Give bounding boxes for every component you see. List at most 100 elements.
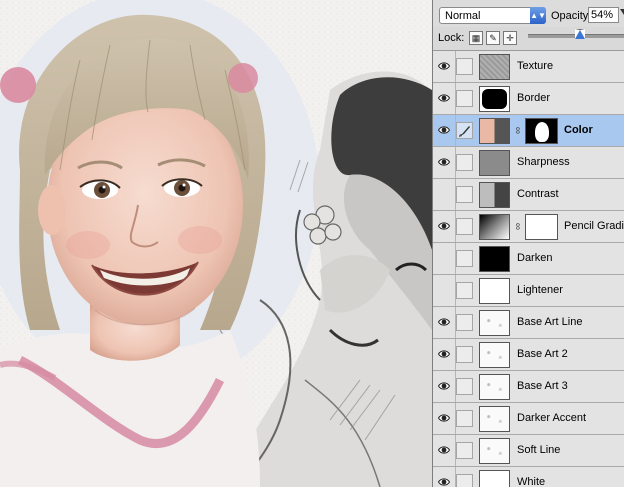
layer-link-box[interactable]	[456, 186, 473, 203]
visibility-toggle[interactable]	[433, 147, 456, 178]
opacity-input[interactable]: 54%	[588, 7, 619, 23]
mask-link-icon[interactable]: ∞	[512, 223, 523, 230]
layer-link-box[interactable]	[456, 474, 473, 487]
layer-name: Pencil Gradi...	[564, 220, 624, 232]
eye-icon	[438, 94, 450, 102]
layer-row[interactable]: White	[433, 467, 624, 487]
layer-thumbnail[interactable]	[479, 118, 510, 144]
layer-thumbnail[interactable]	[479, 150, 510, 176]
dropdown-arrows-icon: ▲▼	[530, 7, 546, 24]
layer-name: Darken	[517, 252, 553, 264]
layer-thumbnail[interactable]	[479, 182, 510, 208]
blend-mode-value: Normal	[445, 10, 481, 22]
layer-link-box[interactable]	[456, 250, 473, 267]
sketch-artwork	[0, 0, 432, 487]
layer-thumbnail[interactable]	[479, 214, 510, 240]
visibility-toggle[interactable]	[433, 115, 456, 146]
eye-icon	[438, 350, 450, 358]
lock-transparency-icon[interactable]: ▦	[469, 31, 483, 45]
layer-thumbnail[interactable]	[479, 86, 510, 112]
layer-thumbnail[interactable]	[479, 278, 510, 304]
lock-pixels-icon[interactable]: ✎	[486, 31, 500, 45]
layer-thumbnail[interactable]	[479, 246, 510, 272]
layer-row[interactable]: Texture	[433, 51, 624, 83]
visibility-toggle[interactable]	[433, 339, 456, 370]
brush-icon-glyph	[459, 126, 470, 137]
opacity-slider[interactable]	[528, 29, 624, 43]
layer-link-box[interactable]	[456, 218, 473, 235]
layer-row[interactable]: Contrast	[433, 179, 624, 211]
layer-row[interactable]: Darker Accent	[433, 403, 624, 435]
layer-row[interactable]: Border	[433, 83, 624, 115]
mask-link-icon[interactable]: ∞	[512, 127, 523, 134]
eye-icon	[438, 478, 450, 486]
layer-name: Lightener	[517, 284, 563, 296]
layer-name: Base Art 3	[517, 380, 568, 392]
layer-thumbnail[interactable]	[479, 54, 510, 80]
layer-row[interactable]: Base Art 2	[433, 339, 624, 371]
visibility-toggle[interactable]	[433, 51, 456, 82]
visibility-toggle[interactable]	[433, 243, 456, 274]
eye-icon	[438, 222, 450, 230]
eye-icon	[438, 318, 450, 326]
layer-row[interactable]: ∞ Pencil Gradi...	[433, 211, 624, 243]
visibility-toggle[interactable]	[433, 211, 456, 242]
eye-icon	[438, 62, 450, 70]
eye-icon	[438, 158, 450, 166]
layer-mask-thumbnail[interactable]	[525, 214, 558, 240]
layer-row[interactable]: ∞ Color	[433, 115, 624, 147]
visibility-toggle[interactable]	[433, 403, 456, 434]
layer-link-box[interactable]	[456, 410, 473, 427]
layer-row[interactable]: Base Art 3	[433, 371, 624, 403]
layer-name: Border	[517, 92, 551, 104]
document-canvas[interactable]	[0, 0, 432, 487]
visibility-toggle[interactable]	[433, 275, 456, 306]
layer-name: Base Art Line	[517, 316, 583, 328]
layer-link-box[interactable]	[456, 282, 473, 299]
layer-name: Base Art 2	[517, 348, 568, 360]
visibility-toggle[interactable]	[433, 467, 456, 487]
visibility-toggle[interactable]	[433, 83, 456, 114]
eye-icon	[438, 126, 450, 134]
layer-link-box[interactable]	[456, 58, 473, 75]
layer-name: Contrast	[517, 188, 559, 200]
layer-link-box[interactable]	[456, 154, 473, 171]
layer-link-box[interactable]	[456, 314, 473, 331]
layer-link-box[interactable]	[456, 378, 473, 395]
layer-link-box[interactable]	[456, 346, 473, 363]
opacity-slider-thumb[interactable]	[575, 29, 585, 39]
visibility-toggle[interactable]	[433, 371, 456, 402]
layer-mask-thumbnail[interactable]	[525, 118, 558, 144]
layer-link-box[interactable]	[456, 442, 473, 459]
lock-label: Lock:	[438, 32, 465, 44]
layer-name: Color	[564, 124, 593, 136]
layer-name: Darker Accent	[517, 412, 587, 424]
blend-mode-dropdown[interactable]: Normal ▲▼	[439, 7, 546, 24]
visibility-toggle[interactable]	[433, 179, 456, 210]
lock-position-icon[interactable]: ✛	[503, 31, 517, 45]
layer-row[interactable]: Soft Line	[433, 435, 624, 467]
eye-icon	[438, 414, 450, 422]
opacity-menu-arrow-icon[interactable]	[620, 9, 624, 15]
layer-thumbnail[interactable]	[479, 438, 510, 464]
layer-thumbnail[interactable]	[479, 374, 510, 400]
brush-icon[interactable]	[456, 122, 473, 139]
layer-name: White	[517, 476, 546, 487]
layer-row[interactable]: Darken	[433, 243, 624, 275]
layer-row[interactable]: Base Art Line	[433, 307, 624, 339]
eye-icon	[438, 446, 450, 454]
layer-link-box[interactable]	[456, 90, 473, 107]
eye-icon	[438, 382, 450, 390]
layer-thumbnail[interactable]	[479, 310, 510, 336]
layer-row[interactable]: Lightener	[433, 275, 624, 307]
layer-thumbnail[interactable]	[479, 470, 510, 487]
layer-row[interactable]: Sharpness	[433, 147, 624, 179]
layer-thumbnail[interactable]	[479, 406, 510, 432]
layer-name: Texture	[517, 60, 554, 72]
opacity-label: Opacity:	[551, 10, 592, 22]
layer-list: Texture Border ∞ Color Sharpness Contrast ∞ Pen…	[433, 51, 624, 487]
visibility-toggle[interactable]	[433, 307, 456, 338]
visibility-toggle[interactable]	[433, 435, 456, 466]
layer-name: Soft Line	[517, 444, 561, 456]
layer-thumbnail[interactable]	[479, 342, 510, 368]
